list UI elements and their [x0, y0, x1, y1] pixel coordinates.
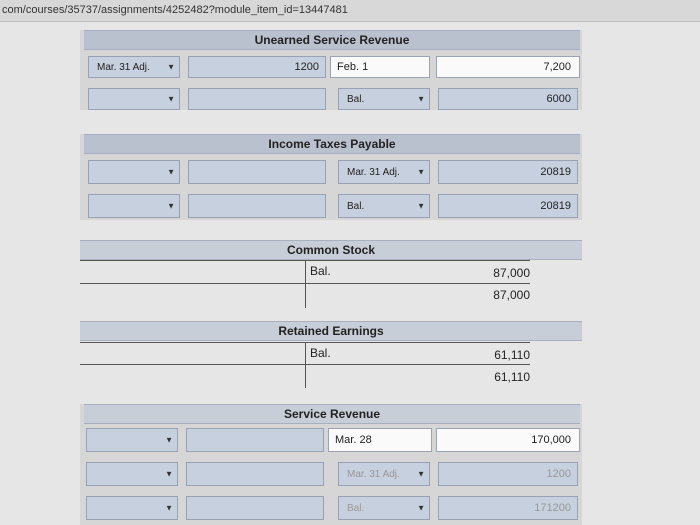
credit-amount-input[interactable]: 171200 — [438, 496, 578, 520]
select-value: Bal. — [347, 502, 365, 514]
input-value: 171200 — [534, 502, 571, 514]
credit-label: Feb. 1 — [330, 56, 430, 78]
debit-select[interactable]: ▼ — [86, 462, 178, 486]
select-value: Bal. — [347, 93, 365, 105]
chevron-down-icon: ▼ — [165, 503, 173, 513]
t-account-divider — [305, 342, 306, 388]
amount-text: 170,000 — [531, 434, 571, 446]
balance-amount: 87,000 — [493, 288, 530, 302]
balance-amount: 61,110 — [494, 370, 530, 384]
account-title: Common Stock — [80, 240, 582, 260]
account-title: Service Revenue — [84, 404, 580, 424]
debit-amount-input[interactable] — [186, 428, 324, 452]
debit-amount-input[interactable] — [188, 88, 326, 110]
credit-label: Mar. 28 — [328, 428, 432, 452]
account-title: Unearned Service Revenue — [84, 30, 580, 50]
t-account-page: Unearned Service Revenue Mar. 31 Adj. ▼ … — [0, 22, 700, 525]
balance-line — [80, 283, 530, 284]
credit-select[interactable]: Bal. ▼ — [338, 194, 430, 218]
label-text: Feb. 1 — [337, 61, 369, 73]
url-text: com/courses/35737/assignments/4252482?mo… — [2, 4, 348, 16]
debit-amount-input[interactable] — [188, 160, 326, 184]
balance-line — [80, 364, 530, 365]
chevron-down-icon: ▼ — [417, 503, 425, 513]
credit-select[interactable]: Mar. 31 Adj. ▼ — [338, 160, 430, 184]
input-value: 20819 — [540, 166, 571, 178]
account-title: Income Taxes Payable — [84, 134, 580, 154]
credit-amount: 170,000 — [436, 428, 580, 452]
debit-amount-input[interactable]: 1200 — [188, 56, 326, 78]
chevron-down-icon: ▼ — [165, 435, 173, 445]
chevron-down-icon: ▼ — [417, 469, 425, 479]
debit-select[interactable]: Mar. 31 Adj. ▼ — [88, 56, 180, 78]
credit-label: Bal. — [310, 264, 331, 278]
debit-amount-input[interactable] — [186, 462, 324, 486]
select-value: Bal. — [347, 200, 365, 212]
amount-text: 7,200 — [543, 61, 571, 73]
credit-amount-input[interactable]: 20819 — [438, 160, 578, 184]
chevron-down-icon: ▼ — [417, 94, 425, 104]
debit-select[interactable]: ▼ — [86, 496, 178, 520]
address-bar[interactable]: com/courses/35737/assignments/4252482?mo… — [0, 0, 700, 22]
input-value: 6000 — [546, 93, 571, 105]
credit-amount: 61,110 — [494, 348, 530, 362]
chevron-down-icon: ▼ — [167, 94, 175, 104]
debit-select[interactable]: ▼ — [88, 194, 180, 218]
input-value: 1200 — [546, 468, 571, 480]
chevron-down-icon: ▼ — [417, 167, 425, 177]
account-title: Retained Earnings — [80, 321, 582, 341]
debit-amount-input[interactable] — [188, 194, 326, 218]
credit-amount-input[interactable]: 20819 — [438, 194, 578, 218]
chevron-down-icon: ▼ — [167, 167, 175, 177]
debit-select[interactable]: ▼ — [88, 88, 180, 110]
debit-amount-input[interactable] — [186, 496, 324, 520]
select-value: Mar. 31 Adj. — [347, 468, 400, 480]
select-value: Mar. 31 Adj. — [347, 166, 400, 178]
credit-label: Bal. — [310, 346, 331, 360]
chevron-down-icon: ▼ — [417, 201, 425, 211]
debit-select[interactable]: ▼ — [88, 160, 180, 184]
credit-select[interactable]: Bal. ▼ — [338, 496, 430, 520]
select-value: Mar. 31 Adj. — [97, 61, 150, 73]
input-value: 1200 — [294, 61, 319, 73]
credit-select[interactable]: Bal. ▼ — [338, 88, 430, 110]
credit-amount: 7,200 — [436, 56, 580, 78]
credit-amount-input[interactable]: 6000 — [438, 88, 578, 110]
chevron-down-icon: ▼ — [165, 469, 173, 479]
input-value: 20819 — [540, 200, 571, 212]
debit-select[interactable]: ▼ — [86, 428, 178, 452]
chevron-down-icon: ▼ — [167, 62, 175, 72]
t-account-divider — [305, 260, 306, 308]
credit-amount: 87,000 — [493, 266, 530, 280]
credit-amount-input[interactable]: 1200 — [438, 462, 578, 486]
label-text: Mar. 28 — [335, 434, 372, 446]
credit-select[interactable]: Mar. 31 Adj. ▼ — [338, 462, 430, 486]
chevron-down-icon: ▼ — [167, 201, 175, 211]
